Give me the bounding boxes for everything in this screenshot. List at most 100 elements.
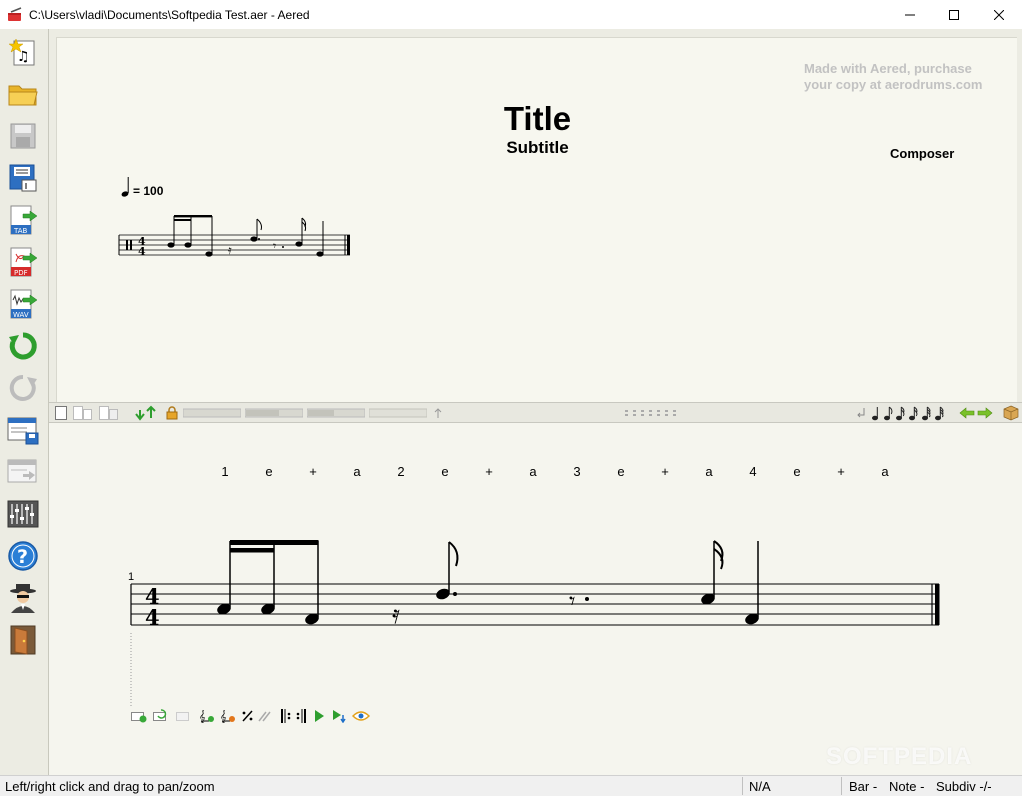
lock-icon xyxy=(166,406,178,420)
volume-slider-4[interactable] xyxy=(369,405,427,421)
next-bar-button[interactable] xyxy=(977,405,993,421)
count-label: + xyxy=(485,464,493,479)
watermark: Made with Aered, purchase your copy at a… xyxy=(804,61,982,93)
bar-staff[interactable]: 4 4 𝄿 𝄾 xyxy=(129,533,944,633)
view-single-button[interactable] xyxy=(54,405,68,421)
save-icon xyxy=(10,123,36,149)
score-subtitle: Subtitle xyxy=(506,138,569,157)
status-subdiv-info: Subdiv -/- xyxy=(936,779,992,794)
remove-note-icon: 𝄞 xyxy=(220,710,235,723)
volume-slider-1[interactable] xyxy=(183,405,241,421)
play-from-here-button[interactable] xyxy=(330,708,348,724)
export-wav-icon: WAV xyxy=(10,289,38,319)
redo-button[interactable] xyxy=(6,371,40,405)
view-double-button[interactable] xyxy=(72,405,94,421)
help-button[interactable]: ? xyxy=(6,539,40,573)
close-button[interactable] xyxy=(976,0,1022,29)
watermark-line-2: your copy at aerodrums.com xyxy=(804,77,983,92)
editor-toolbar xyxy=(49,402,1022,423)
start-repeat-icon xyxy=(281,709,291,723)
tempo-marking: = 100 xyxy=(121,176,163,198)
minimize-icon xyxy=(905,14,915,15)
status-separator xyxy=(742,777,743,795)
bar-editor[interactable]: 1 e + a 2 e + a 3 e + a 4 e + a 1 4 4 𝄿 … xyxy=(49,423,1022,775)
arrow-up-small-icon xyxy=(434,408,442,418)
title-bar: C:\Users\vladi\Documents\Softpedia Test.… xyxy=(0,0,1022,29)
arrow-right-icon xyxy=(977,407,993,419)
expand-button[interactable] xyxy=(433,405,443,421)
score-view[interactable]: Made with Aered, purchase your copy at a… xyxy=(49,29,1022,402)
page-import-button[interactable] xyxy=(6,455,40,489)
app-drum-icon xyxy=(8,6,22,21)
slider-track-icon xyxy=(183,408,241,418)
move-up-down-button[interactable] xyxy=(133,405,159,421)
new-score-icon: ♫ xyxy=(8,38,35,66)
view-spread-button[interactable] xyxy=(98,405,120,421)
save-button[interactable] xyxy=(6,119,40,153)
remove-note-button[interactable]: 𝄞 xyxy=(219,708,237,724)
svg-text:TAB: TAB xyxy=(13,227,28,235)
page-double-icon xyxy=(73,406,92,420)
lock-button[interactable] xyxy=(165,405,179,421)
play-button[interactable] xyxy=(310,708,328,724)
left-toolbar: ♫ TAB PDF WAV ? xyxy=(0,29,49,775)
user-button[interactable] xyxy=(6,581,40,615)
page-import-icon xyxy=(7,459,37,483)
score-composer: Composer xyxy=(890,146,955,161)
return-button[interactable] xyxy=(855,405,867,421)
svg-text:4: 4 xyxy=(138,245,146,258)
help-icon: ? xyxy=(8,541,38,571)
package-button[interactable] xyxy=(1002,405,1020,421)
delete-bar-icon xyxy=(176,712,189,721)
package-icon xyxy=(1003,405,1019,421)
count-label: e xyxy=(265,464,273,479)
undo-button[interactable] xyxy=(6,329,40,363)
count-label: 2 xyxy=(397,464,405,479)
note-duration-selector[interactable] xyxy=(871,405,947,421)
delete-bar-button[interactable] xyxy=(175,708,193,724)
eye-icon xyxy=(352,711,370,721)
splitter-grip[interactable] xyxy=(624,405,680,421)
count-label: a xyxy=(353,464,361,479)
maximize-button[interactable] xyxy=(931,0,977,29)
user-spy-icon xyxy=(10,584,36,613)
double-repeat-icon xyxy=(258,711,271,722)
end-repeat-button[interactable] xyxy=(292,708,310,724)
open-button[interactable] xyxy=(6,77,40,111)
score-page[interactable]: Made with Aered, purchase your copy at a… xyxy=(56,37,1017,402)
repeat-button[interactable] xyxy=(239,708,257,724)
export-tab-button[interactable]: TAB xyxy=(6,203,40,237)
export-wav-button[interactable]: WAV xyxy=(6,287,40,321)
double-repeat-button[interactable] xyxy=(256,708,274,724)
export-pdf-button[interactable]: PDF xyxy=(6,245,40,279)
previous-bar-button[interactable] xyxy=(959,405,975,421)
minimize-button[interactable] xyxy=(887,0,933,29)
tempo-value: = 100 xyxy=(133,184,164,198)
volume-slider-3[interactable] xyxy=(307,405,365,421)
return-arrow-icon xyxy=(857,408,865,418)
export-tab-icon: TAB xyxy=(10,205,38,235)
status-position: N/A xyxy=(749,779,771,794)
exit-button[interactable] xyxy=(6,623,40,657)
play-icon xyxy=(315,710,324,722)
end-repeat-icon xyxy=(296,709,306,723)
status-bar: Left/right click and drag to pan/zoom N/… xyxy=(0,775,1022,796)
preview-button[interactable] xyxy=(352,708,370,724)
add-note-button[interactable]: 𝄞 xyxy=(198,708,216,724)
svg-text:♫: ♫ xyxy=(17,49,30,65)
eighth-rest: 𝄾 xyxy=(569,587,575,615)
page-save-button[interactable] xyxy=(6,413,40,447)
new-score-button[interactable]: ♫ xyxy=(6,35,40,69)
status-separator xyxy=(841,777,842,795)
svg-text:𝄾: 𝄾 xyxy=(273,239,276,253)
undo-icon xyxy=(9,332,37,360)
slider-track-icon xyxy=(369,408,427,418)
copy-bar-button[interactable] xyxy=(152,708,170,724)
count-label: a xyxy=(881,464,889,479)
add-bar-button[interactable] xyxy=(130,708,148,724)
svg-text:?: ? xyxy=(17,546,28,568)
save-as-button[interactable] xyxy=(6,161,40,195)
mixer-button[interactable] xyxy=(6,497,40,531)
volume-slider-2[interactable] xyxy=(245,405,303,421)
count-label: a xyxy=(705,464,713,479)
